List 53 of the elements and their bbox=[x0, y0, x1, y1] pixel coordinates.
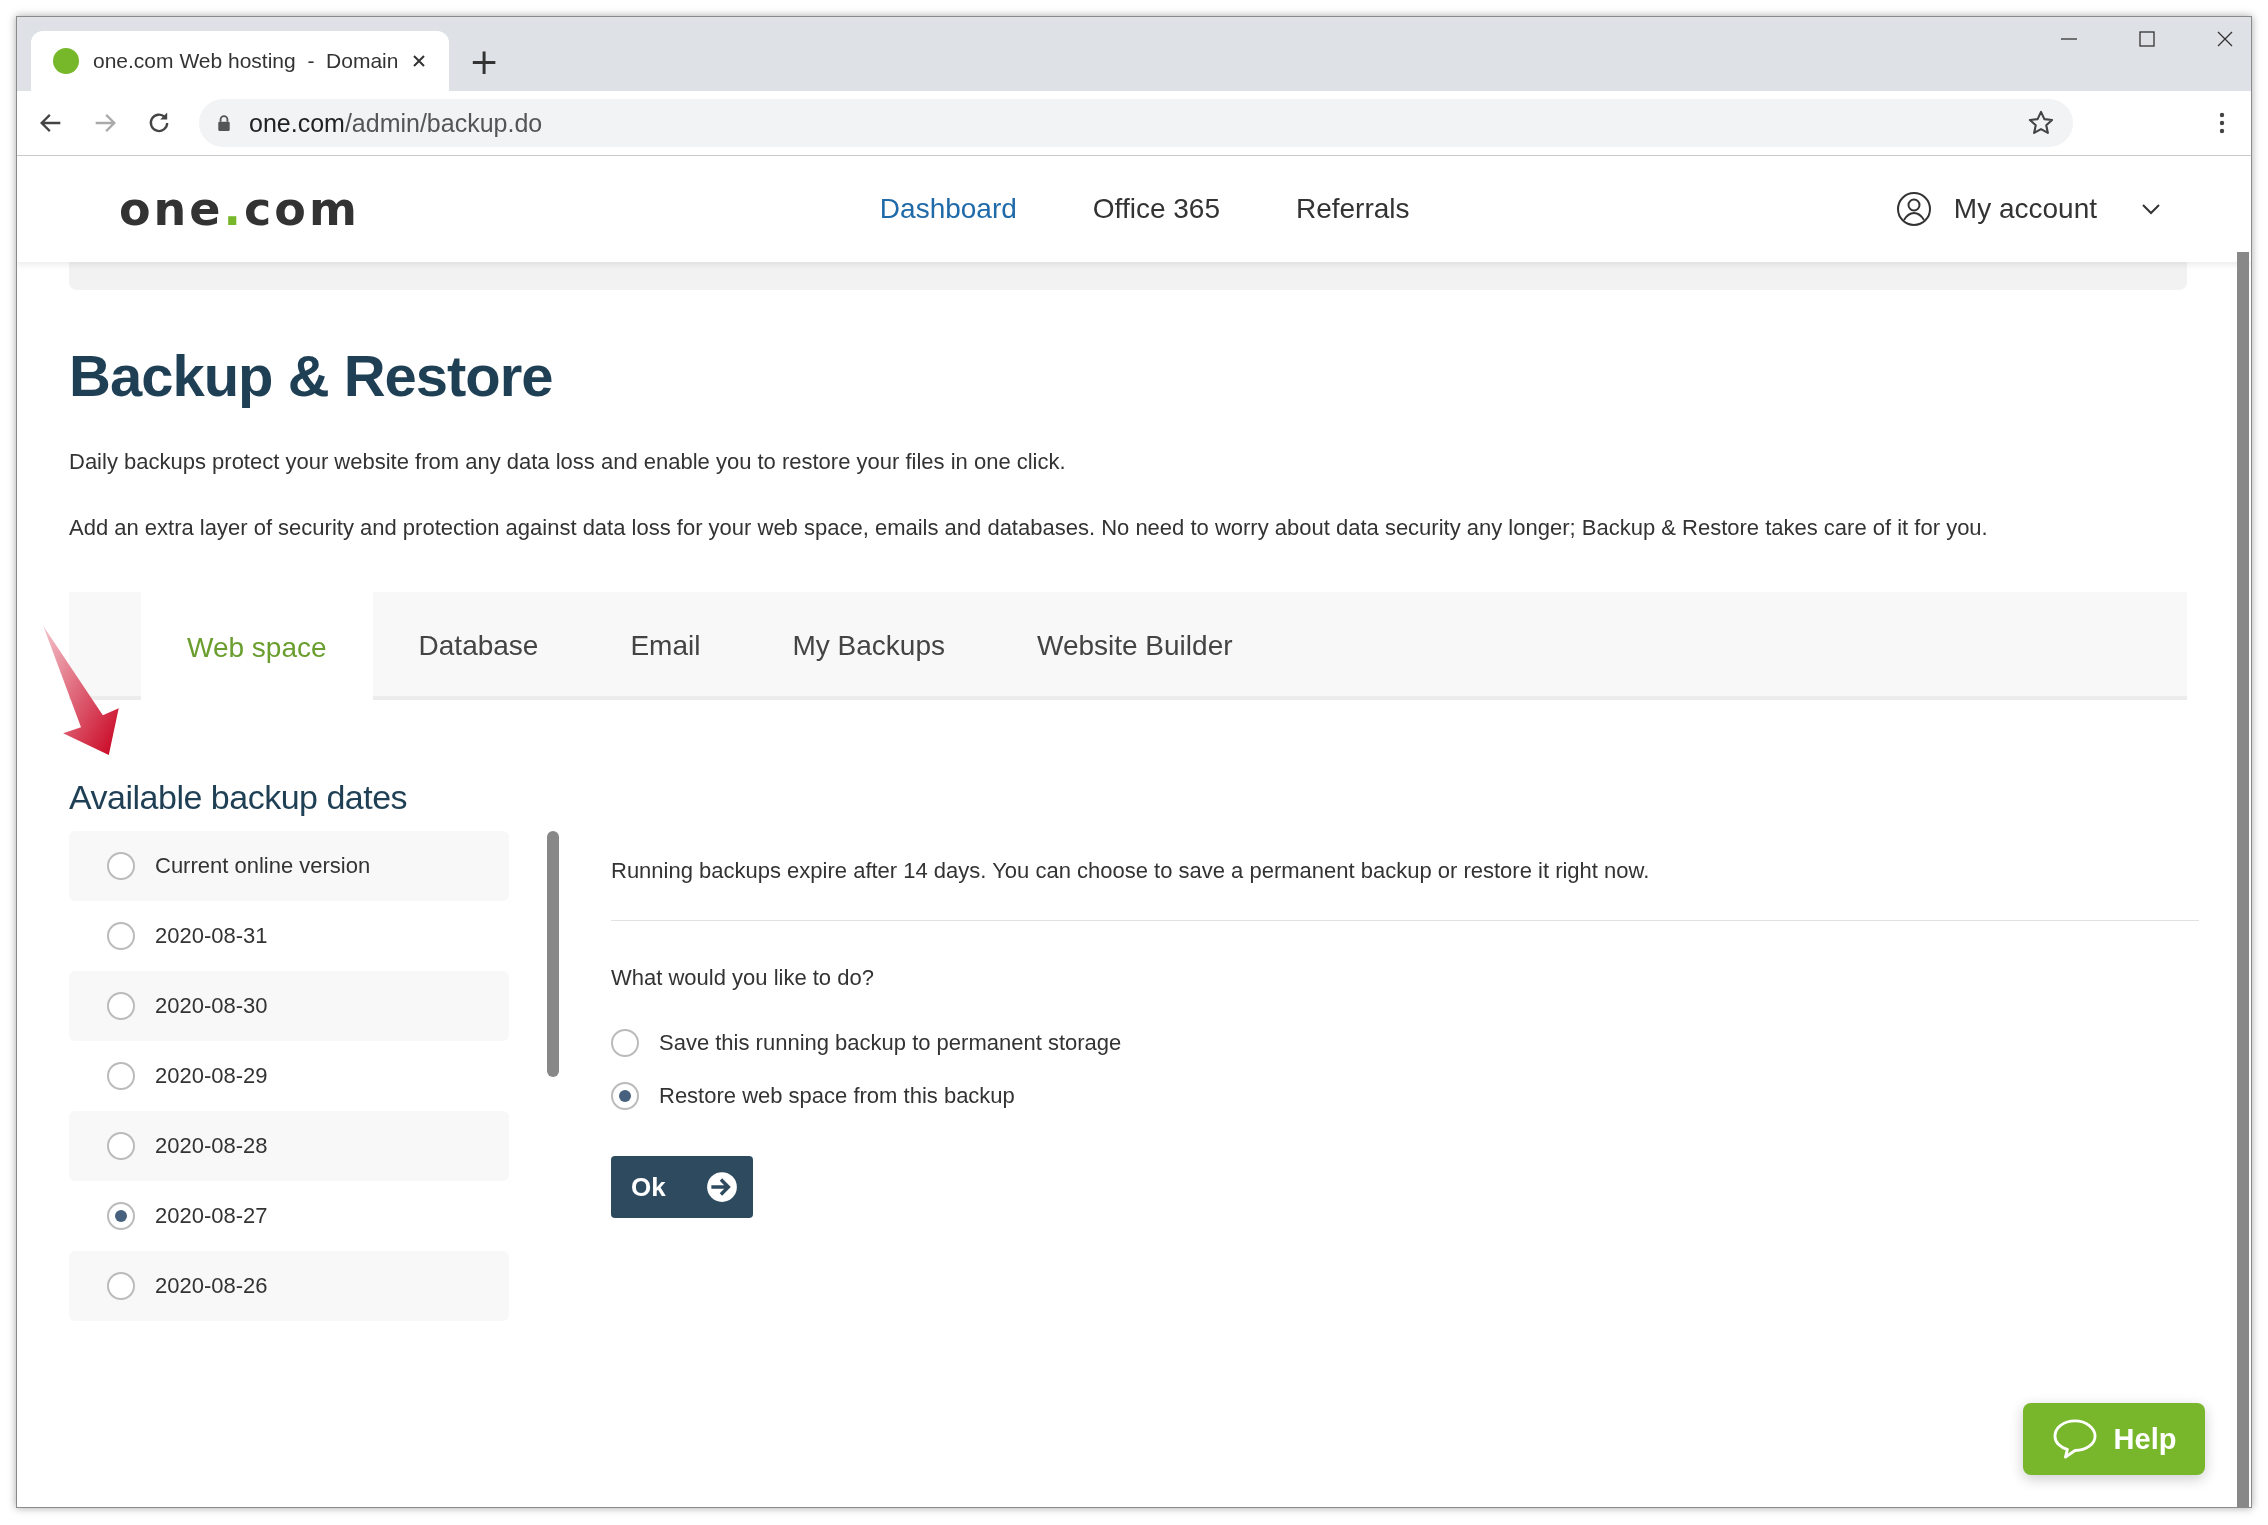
action-option[interactable]: Save this running backup to permanent storage bbox=[611, 1029, 2199, 1057]
description-text: Daily backups protect your website from any data loss and enable you to restore your files in one click. bbox=[69, 449, 1067, 475]
backup-date-option[interactable]: 2020-08-28 bbox=[69, 1111, 509, 1181]
scrollbar-thumb[interactable] bbox=[547, 831, 559, 1077]
star-icon[interactable] bbox=[2027, 109, 2055, 137]
tab[interactable]: Database bbox=[372, 592, 585, 700]
backup-date-option[interactable]: 2020-08-29 bbox=[69, 1041, 509, 1111]
tab-title: one.com Web hosting - Domain bbox=[93, 49, 397, 73]
lock-icon bbox=[217, 115, 231, 131]
tab[interactable]: My Backups bbox=[746, 592, 991, 700]
radio-button[interactable] bbox=[107, 922, 135, 950]
page-scrollbar[interactable] bbox=[2237, 252, 2249, 1507]
nav-link[interactable]: Referrals bbox=[1295, 193, 1410, 225]
radio-button[interactable] bbox=[107, 852, 135, 880]
radio-button[interactable] bbox=[107, 1272, 135, 1300]
tab[interactable]: Website Builder bbox=[990, 592, 1279, 700]
url-text: one.com/admin/backup.do bbox=[249, 108, 544, 138]
tab[interactable]: Email bbox=[584, 592, 747, 700]
pointer-arrow-icon bbox=[41, 624, 121, 758]
nav-link[interactable]: Dashboard bbox=[879, 193, 1017, 225]
browser-tab[interactable]: one.com Web hosting - Domain bbox=[31, 31, 449, 91]
close-icon[interactable] bbox=[2215, 29, 2235, 49]
radio-button[interactable] bbox=[107, 1202, 135, 1230]
ok-button[interactable]: Ok bbox=[611, 1156, 753, 1218]
chevron-down-icon[interactable] bbox=[2141, 203, 2161, 215]
radio-button[interactable] bbox=[107, 1062, 135, 1090]
backup-date-option[interactable]: 2020-08-27 bbox=[69, 1181, 509, 1251]
backup-date-option[interactable]: 2020-08-26 bbox=[69, 1251, 509, 1321]
site-favicon-icon bbox=[53, 48, 79, 74]
account-menu[interactable]: My account bbox=[1953, 193, 2097, 225]
maximize-icon[interactable] bbox=[2137, 29, 2157, 49]
user-icon[interactable] bbox=[1895, 191, 1932, 227]
radio-button[interactable] bbox=[611, 1029, 639, 1057]
close-icon[interactable] bbox=[411, 53, 427, 69]
backup-date-option[interactable]: 2020-08-31 bbox=[69, 901, 509, 971]
info-text: Running backups expire after 14 days. You can choose to save a permanent backup or restore it right now. bbox=[611, 858, 1651, 884]
action-option[interactable]: Restore web space from this backup bbox=[611, 1082, 2199, 1110]
backup-date-option[interactable]: Current online version bbox=[69, 831, 509, 901]
page-title: Backup & Restore bbox=[69, 342, 554, 409]
address-bar[interactable]: one.com/admin/backup.do bbox=[199, 99, 2073, 147]
radio-button[interactable] bbox=[107, 992, 135, 1020]
backup-date-option[interactable]: 2020-08-30 bbox=[69, 971, 509, 1041]
logo[interactable]: one.com bbox=[119, 182, 360, 236]
description-text: Add an extra layer of security and protection against data loss for your web space, emails and databases. No need to worry about data security any longer; Backup & Restore takes care of it for you. bbox=[69, 515, 1989, 541]
arrow-circle-icon bbox=[705, 1170, 739, 1204]
new-tab-button[interactable]: + bbox=[463, 40, 506, 83]
question-text: What would you like to do? bbox=[611, 965, 875, 991]
section-heading: Available backup dates bbox=[69, 778, 409, 817]
nav-link[interactable]: Office 365 bbox=[1092, 193, 1220, 225]
radio-button[interactable] bbox=[611, 1082, 639, 1110]
more-menu-icon[interactable] bbox=[2219, 111, 2225, 135]
speech-bubble-icon bbox=[2051, 1418, 2098, 1460]
radio-button[interactable] bbox=[107, 1132, 135, 1160]
